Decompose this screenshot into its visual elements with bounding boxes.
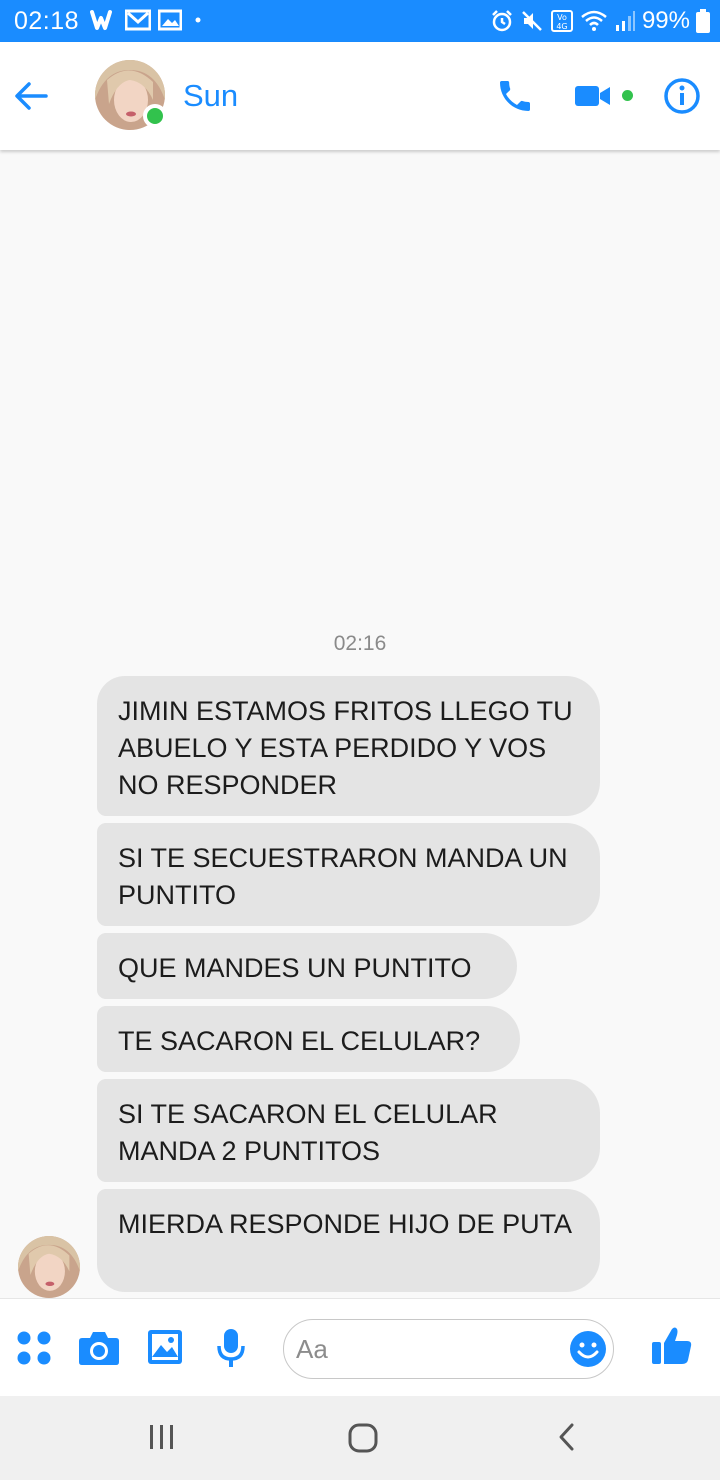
volte-icon: Vo 4G xyxy=(550,9,574,33)
sender-avatar[interactable] xyxy=(18,1236,80,1298)
thumbs-up-icon[interactable] xyxy=(651,1325,693,1372)
message-bubble[interactable]: SI TE SACARON EL CELULAR MANDA 2 PUNTITO… xyxy=(97,1079,600,1182)
contact-avatar[interactable] xyxy=(95,60,167,130)
info-icon[interactable] xyxy=(662,76,702,116)
message-bubble[interactable]: MIERDA RESPONDE HIJO DE PUTA xyxy=(97,1189,600,1292)
message-timestamp: 02:16 xyxy=(333,632,387,655)
message-composer xyxy=(0,1298,720,1396)
wifi-icon xyxy=(580,9,608,33)
apps-grid-icon[interactable] xyxy=(16,1330,52,1371)
mute-icon xyxy=(520,9,544,33)
gallery-icon xyxy=(158,9,182,31)
camera-icon[interactable] xyxy=(78,1329,120,1372)
recent-apps-icon[interactable] xyxy=(146,1422,178,1457)
dot-icon xyxy=(189,9,207,31)
microphone-icon[interactable] xyxy=(215,1328,247,1373)
system-icons: Vo 4G 99% xyxy=(490,7,710,35)
message-bubble[interactable]: QUE MANDES UN PUNTITO xyxy=(97,933,517,999)
home-icon[interactable] xyxy=(347,1423,379,1458)
video-available-dot xyxy=(622,90,633,101)
battery-percent: 99% xyxy=(641,7,690,34)
image-icon[interactable] xyxy=(147,1329,183,1370)
svg-text:Vo: Vo xyxy=(557,13,567,22)
message-bubble[interactable]: SI TE SECUESTRARON MANDA UN PUNTITO xyxy=(97,823,600,926)
status-bar: 02:18 Vo 4G 99% xyxy=(0,0,720,42)
svg-text:4G: 4G xyxy=(556,22,567,31)
back-arrow-icon[interactable] xyxy=(12,78,50,114)
back-nav-icon[interactable] xyxy=(553,1422,581,1457)
system-nav-bar xyxy=(0,1396,720,1480)
phone-icon[interactable] xyxy=(495,76,535,116)
gmail-icon xyxy=(125,9,151,31)
alarm-icon xyxy=(490,9,514,33)
conversation-header: Sun xyxy=(0,42,720,150)
video-camera-icon[interactable] xyxy=(573,80,613,112)
message-bubble[interactable]: TE SACARON EL CELULAR? xyxy=(97,1006,520,1072)
signal-icon xyxy=(614,9,636,33)
battery-icon xyxy=(696,9,710,33)
emoji-icon[interactable] xyxy=(569,1330,607,1368)
notification-icons xyxy=(90,9,207,31)
message-input[interactable] xyxy=(296,1332,556,1366)
contact-name[interactable]: Sun xyxy=(183,78,238,114)
online-status-dot xyxy=(143,104,167,128)
wattpad-icon xyxy=(90,9,118,31)
message-input-box[interactable] xyxy=(283,1319,614,1379)
status-time: 02:18 xyxy=(14,7,80,35)
message-bubble[interactable]: JIMIN ESTAMOS FRITOS LLEGO TU ABUELO Y E… xyxy=(97,676,600,816)
